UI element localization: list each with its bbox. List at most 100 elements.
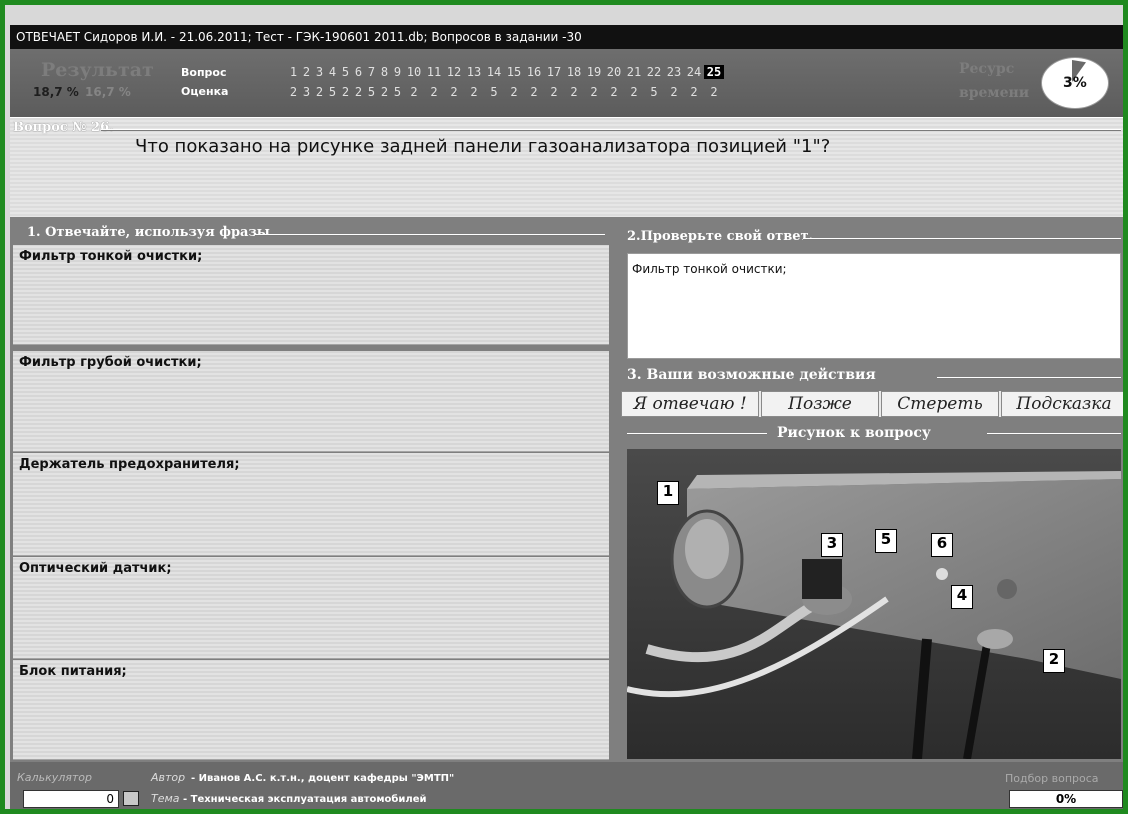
picture-group-line-right bbox=[987, 433, 1121, 435]
author-text: - Иванов А.С. к.т.н., доцент кафедры "ЭМ… bbox=[191, 773, 455, 784]
grade-value: 2 bbox=[530, 85, 538, 99]
photo-label-3: 3 bbox=[821, 533, 843, 557]
progress-header bbox=[10, 49, 1123, 117]
question-number[interactable]: 7 bbox=[365, 65, 378, 79]
grade-value: 5 bbox=[393, 85, 402, 99]
grade-value: 2 bbox=[570, 85, 578, 99]
phrase-text: Фильтр тонкой очистки; bbox=[19, 249, 203, 264]
gas-analyzer-photo bbox=[627, 449, 1121, 759]
grade-value: 2 bbox=[289, 85, 298, 99]
photo-label-1: 1 bbox=[657, 481, 679, 505]
question-photo: 1 2 3 4 5 6 bbox=[627, 449, 1121, 759]
phrase-text: Держатель предохранителя; bbox=[19, 457, 240, 472]
question-number[interactable]: 12 bbox=[444, 65, 464, 79]
hint-button[interactable]: Подсказка bbox=[1001, 391, 1123, 417]
phrases-group-line bbox=[255, 234, 605, 236]
picture-group-line-left bbox=[627, 433, 767, 435]
question-number[interactable]: 1 bbox=[287, 65, 300, 79]
grade-value: 5 bbox=[650, 85, 658, 99]
question-number[interactable]: 10 bbox=[404, 65, 424, 79]
grade-row-label: Оценка bbox=[181, 85, 229, 98]
question-number[interactable]: 5 bbox=[339, 65, 352, 79]
answer-button[interactable]: Я отвечаю ! bbox=[621, 391, 759, 417]
question-number[interactable]: 3 bbox=[313, 65, 326, 79]
footer bbox=[10, 762, 1123, 809]
grade-value: 2 bbox=[690, 85, 698, 99]
check-group-line bbox=[803, 238, 1121, 240]
phrase-text: Блок питания; bbox=[19, 664, 127, 679]
question-number[interactable]: 18 bbox=[564, 65, 584, 79]
grade-value: 2 bbox=[610, 85, 618, 99]
time-percent: 3% bbox=[1063, 75, 1087, 91]
later-button[interactable]: Позже bbox=[761, 391, 879, 417]
action-buttons: Я отвечаю ! Позже Стереть Подсказка bbox=[621, 391, 1123, 417]
question-number[interactable]: 19 bbox=[584, 65, 604, 79]
question-number[interactable]: 4 bbox=[326, 65, 339, 79]
question-group-line bbox=[101, 129, 1121, 131]
grade-value: 2 bbox=[670, 85, 678, 99]
calculator-icon[interactable] bbox=[123, 791, 139, 806]
grade-value: 2 bbox=[410, 85, 418, 99]
question-number[interactable]: 6 bbox=[352, 65, 365, 79]
question-number[interactable]: 11 bbox=[424, 65, 444, 79]
phrase-text: Фильтр грубой очистки; bbox=[19, 355, 202, 370]
question-number[interactable]: 24 bbox=[684, 65, 704, 79]
grade-value: 2 bbox=[450, 85, 458, 99]
grade-value: 2 bbox=[510, 85, 518, 99]
erase-button[interactable]: Стереть bbox=[881, 391, 999, 417]
grade-value: 2 bbox=[341, 85, 350, 99]
result-percent: 18,7 % bbox=[33, 85, 79, 99]
question-section bbox=[10, 117, 1123, 218]
author-label: Автор bbox=[151, 771, 186, 784]
time-word: времени bbox=[959, 85, 1030, 101]
grade-value: 3 bbox=[302, 85, 311, 99]
result-percent-faint: 16,7 % bbox=[85, 85, 131, 99]
calculator-field[interactable]: 0 bbox=[23, 790, 119, 808]
question-number[interactable]: 15 bbox=[504, 65, 524, 79]
question-number[interactable]: 25 bbox=[704, 65, 724, 79]
question-number[interactable]: 13 bbox=[464, 65, 484, 79]
question-text: Что показано на рисунке задней панели га… bbox=[135, 136, 831, 157]
selection-label: Подбор вопроса bbox=[1005, 772, 1099, 785]
answer-field[interactable]: Фильтр тонкой очистки; bbox=[627, 253, 1121, 359]
question-number[interactable]: 8 bbox=[378, 65, 391, 79]
resource-word: Ресурс bbox=[959, 61, 1015, 77]
question-number[interactable]: 16 bbox=[524, 65, 544, 79]
phrases-group-title: 1. Отвечайте, используя фразы bbox=[27, 225, 270, 240]
phrase-item[interactable]: Блок питания; bbox=[13, 660, 609, 760]
question-number[interactable]: 14 bbox=[484, 65, 504, 79]
grade-value: 2 bbox=[550, 85, 558, 99]
grade-value: 2 bbox=[380, 85, 389, 99]
grade-value: 2 bbox=[470, 85, 478, 99]
phrase-item[interactable]: Фильтр грубой очистки; bbox=[13, 351, 609, 452]
question-number-row: 1 2 3 4 5 6 7 8 9 10 11 12 13 14 15 16 17 18 19 20 21 22 23 24 2… bbox=[287, 65, 724, 79]
grade-value: 2 bbox=[430, 85, 438, 99]
topic-text: - Техническая эксплуатация автомобилей bbox=[183, 794, 427, 805]
grade-value: 2 bbox=[354, 85, 363, 99]
question-number[interactable]: 21 bbox=[624, 65, 644, 79]
grade-value: 5 bbox=[328, 85, 337, 99]
grade-value: 2 bbox=[315, 85, 324, 99]
question-number[interactable]: 20 bbox=[604, 65, 624, 79]
calculator-label: Калькулятор bbox=[17, 771, 92, 784]
question-group-title: Вопрос № 26. bbox=[13, 120, 114, 135]
phrase-item[interactable]: Фильтр тонкой очистки; bbox=[13, 245, 609, 345]
grade-value: 5 bbox=[490, 85, 498, 99]
question-number[interactable]: 23 bbox=[664, 65, 684, 79]
phrase-item[interactable]: Держатель предохранителя; bbox=[13, 453, 609, 556]
question-number[interactable]: 22 bbox=[644, 65, 664, 79]
question-row-label: Вопрос bbox=[181, 66, 227, 79]
question-number[interactable]: 2 bbox=[300, 65, 313, 79]
phrase-text: Оптический датчик; bbox=[19, 561, 172, 576]
actions-group-line bbox=[937, 377, 1121, 379]
question-number[interactable]: 17 bbox=[544, 65, 564, 79]
grade-value: 2 bbox=[710, 85, 718, 99]
topic-label: Тема bbox=[151, 792, 180, 805]
photo-label-4: 4 bbox=[951, 585, 973, 609]
picture-title: Рисунок к вопросу bbox=[777, 425, 931, 441]
check-group-title: 2.Проверьте свой ответ. bbox=[627, 229, 814, 244]
grade-value: 5 bbox=[367, 85, 376, 99]
phrase-item[interactable]: Оптический датчик; bbox=[13, 557, 609, 659]
question-number[interactable]: 9 bbox=[391, 65, 404, 79]
photo-label-2: 2 bbox=[1043, 649, 1065, 673]
